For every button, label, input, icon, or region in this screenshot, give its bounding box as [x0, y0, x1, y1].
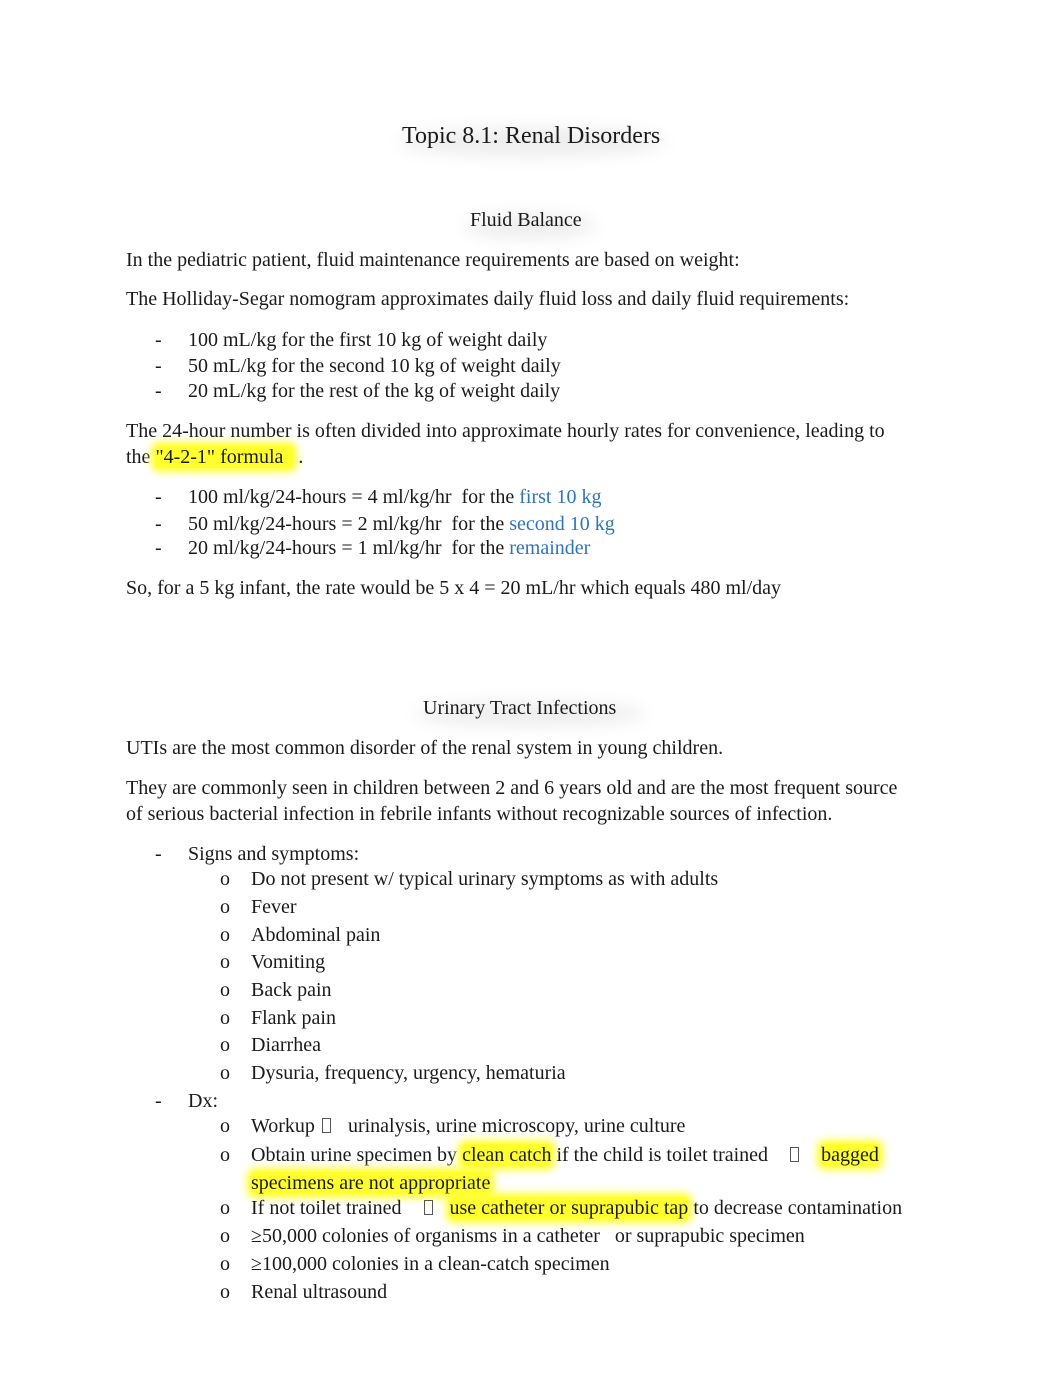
circle-bullet: o	[220, 1197, 230, 1219]
list-item-text: 50 mL/kg for the second 10 kg of weight …	[188, 355, 561, 377]
text: to decrease contamination	[688, 1197, 903, 1219]
circle-bullet: o	[220, 979, 230, 1001]
dash-bullet: -	[155, 329, 162, 351]
circle-bullet: o	[220, 1144, 230, 1166]
arrow-icon	[790, 1147, 800, 1162]
list-item-text: Workup urinalysis, urine microscopy, uri…	[251, 1114, 685, 1138]
highlighted-text: bagged	[821, 1144, 879, 1166]
text: .	[293, 446, 304, 468]
dash-bullet: -	[155, 355, 162, 377]
dash-bullet: -	[155, 1090, 162, 1112]
circle-bullet: o	[220, 1007, 230, 1029]
text: 50 ml/kg/24-hours = 2 ml/kg/hr for the	[188, 513, 510, 535]
list-item-text: Renal ultrasound	[251, 1281, 388, 1303]
circle-bullet: o	[220, 1253, 230, 1275]
list-item-text: 100 mL/kg for the first 10 kg of weight …	[188, 329, 548, 351]
text: 20 ml/kg/24-hours = 1 ml/kg/hr for the	[188, 537, 510, 559]
blue-text: remainder	[509, 537, 591, 559]
dash-bullet: -	[155, 380, 162, 402]
blue-text: first 10 kg	[519, 486, 602, 508]
list-item-text: If not toilet trained use catheter or su…	[251, 1196, 902, 1220]
text: 100 ml/kg/24-hours = 4 ml/kg/hr for the	[188, 486, 520, 508]
blue-text: second 10 kg	[509, 513, 615, 535]
paragraph: of serious bacterial infection in febril…	[126, 803, 833, 825]
paragraph: They are commonly seen in children betwe…	[126, 777, 898, 799]
paragraph: The 24-hour number is often divided into…	[126, 420, 885, 442]
list-item-text: Flank pain	[251, 1007, 336, 1029]
dash-bullet: -	[155, 513, 162, 535]
circle-bullet: o	[220, 924, 230, 946]
dash-bullet: -	[155, 537, 162, 559]
paragraph: So, for a 5 kg infant, the rate would be…	[126, 577, 782, 599]
paragraph: UTIs are the most common disorder of the…	[126, 737, 724, 759]
list-item-text: 50 ml/kg/24-hours = 2 ml/kg/hr for the s…	[188, 512, 615, 536]
circle-bullet: o	[220, 1115, 230, 1137]
list-item-text: Diarrhea	[251, 1034, 321, 1056]
text: if the child is toilet trained	[551, 1144, 769, 1166]
paragraph: In the pediatric patient, fluid maintena…	[126, 249, 740, 271]
list-item-text: Vomiting	[251, 951, 326, 973]
page-title: Topic 8.1: Renal Disorders	[402, 123, 661, 149]
list-item-text: Do not present w/ typical urinary sympto…	[251, 868, 719, 890]
circle-bullet: o	[220, 868, 230, 890]
list-item-text: ≥50,000 colonies of organisms in a cathe…	[251, 1225, 805, 1247]
circle-bullet: o	[220, 1062, 230, 1084]
list-item-text: Abdominal pain	[251, 924, 381, 946]
circle-bullet: o	[220, 1034, 230, 1056]
paragraph: the "4-2-1" formula .	[126, 445, 303, 469]
section-heading-uti: Urinary Tract Infections	[423, 697, 617, 719]
highlighted-text: use catheter or suprapubic tap	[449, 1197, 689, 1219]
list-label: Dx:	[188, 1090, 218, 1112]
document-page: Topic 8.1: Renal Disorders Fluid Balance…	[0, 0, 1062, 1377]
list-item-text-continued: specimens are not appropriate	[251, 1171, 491, 1195]
dash-bullet: -	[155, 843, 162, 865]
arrow-icon	[423, 1200, 433, 1215]
arrow-icon	[321, 1118, 331, 1133]
section-heading-fluid-balance: Fluid Balance	[470, 209, 582, 231]
text: urinalysis, urine microscopy, urine cult…	[347, 1115, 686, 1137]
circle-bullet: o	[220, 1281, 230, 1303]
list-label: Signs and symptoms:	[188, 843, 360, 865]
list-item-text: Dysuria, frequency, urgency, hematuria	[251, 1062, 566, 1084]
text: Obtain urine specimen by	[251, 1144, 463, 1166]
paragraph: The Holliday-Segar nomogram approximates…	[126, 288, 850, 310]
highlighted-text: clean catch	[462, 1144, 552, 1166]
list-item-text: Obtain urine specimen by clean catch if …	[251, 1143, 879, 1167]
list-item-text: Fever	[251, 896, 297, 918]
text: Workup	[251, 1115, 315, 1137]
list-item-text: 100 ml/kg/24-hours = 4 ml/kg/hr for the …	[188, 485, 601, 509]
list-item-text: Back pain	[251, 979, 332, 1001]
list-item-text: ≥100,000 colonies in a clean-catch speci…	[251, 1253, 610, 1275]
circle-bullet: o	[220, 896, 230, 918]
circle-bullet: o	[220, 1225, 230, 1247]
text: the	[126, 446, 156, 468]
list-item-text: 20 mL/kg for the rest of the kg of weigh…	[188, 380, 561, 402]
text: If not toilet trained	[251, 1197, 402, 1219]
dash-bullet: -	[155, 486, 162, 508]
circle-bullet: o	[220, 951, 230, 973]
highlighted-text: specimens are not appropriate	[251, 1172, 491, 1194]
list-item-text: 20 ml/kg/24-hours = 1 ml/kg/hr for the r…	[188, 536, 590, 560]
highlighted-text: "4-2-1" formula	[155, 446, 294, 468]
